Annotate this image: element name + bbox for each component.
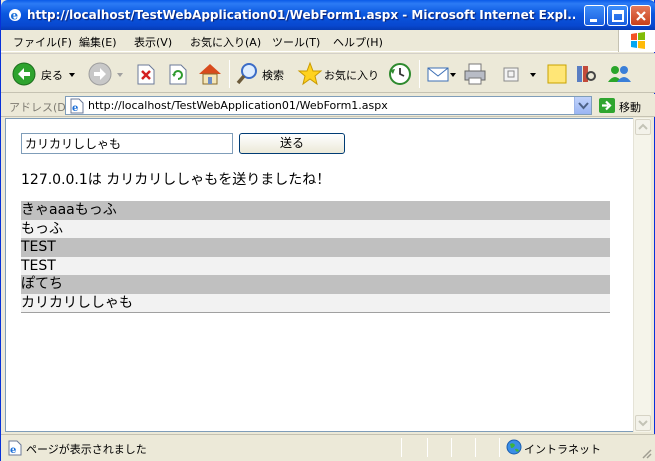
- svg-text:e: e: [11, 9, 19, 23]
- back-dropdown[interactable]: [67, 60, 77, 88]
- list-item: TEST: [21, 238, 610, 257]
- edit-icon[interactable]: [499, 60, 539, 88]
- forward-arrow-icon[interactable]: [87, 60, 113, 88]
- windows-logo-icon: [631, 32, 645, 49]
- stop-icon[interactable]: [135, 60, 157, 88]
- maximize-button[interactable]: [607, 5, 628, 26]
- favorites-label[interactable]: お気に入り: [324, 67, 379, 83]
- send-button[interactable]: 送る: [239, 133, 345, 154]
- status-divider: [499, 438, 500, 457]
- status-divider: [427, 438, 428, 457]
- go-button[interactable]: 移動: [598, 97, 655, 114]
- status-page-icon: e: [8, 440, 22, 456]
- list-item: もっふ: [21, 219, 610, 238]
- go-label[interactable]: 移動: [619, 99, 641, 115]
- go-arrow-icon: [599, 98, 615, 113]
- list-item: きゃaaaもっふ: [21, 201, 610, 220]
- back-label[interactable]: 戻る: [41, 67, 63, 83]
- resize-grip-icon[interactable]: [640, 447, 652, 459]
- page-icon: e: [70, 98, 84, 114]
- menu-edit[interactable]: 編集(E): [79, 34, 117, 50]
- close-button[interactable]: [630, 5, 651, 26]
- status-divider: [451, 438, 452, 457]
- search-label[interactable]: 検索: [262, 67, 284, 83]
- list-item: TEST: [21, 256, 610, 275]
- search-icon[interactable]: [235, 60, 261, 88]
- menu-file[interactable]: ファイル(F): [13, 34, 72, 50]
- title-bar[interactable]: e http://localhost/TestWebApplication01/…: [1, 0, 655, 30]
- forward-dropdown[interactable]: [115, 60, 125, 88]
- history-icon[interactable]: [387, 60, 413, 88]
- address-bar: アドレス(D) e http://localhost/TestWebApplic…: [1, 94, 655, 117]
- list-item: カリカリししゃも: [21, 293, 610, 312]
- chevron-down-icon: [638, 420, 648, 427]
- discuss-icon[interactable]: [545, 60, 571, 88]
- status-divider: [401, 438, 402, 457]
- status-bar: e ページが表示されました イントラネット: [1, 434, 655, 461]
- result-message: 127.0.0.1は カリカリししゃもを送りましたね！: [21, 172, 331, 188]
- chevron-up-icon: [638, 123, 648, 130]
- svg-text:e: e: [72, 103, 78, 114]
- address-url[interactable]: http://localhost/TestWebApplication01/We…: [88, 99, 388, 112]
- minimize-icon: [590, 19, 597, 22]
- menu-favorites[interactable]: お気に入り(A): [190, 34, 261, 50]
- window-title: http://localhost/TestWebApplication01/We…: [27, 8, 575, 22]
- toolbar-separator: [419, 60, 420, 88]
- page-content: 送る 127.0.0.1は カリカリししゃもを送りましたね！ きゃaaaもっふ …: [5, 118, 634, 432]
- scroll-up-button[interactable]: [635, 119, 651, 135]
- menu-help[interactable]: ヘルプ(H): [333, 34, 383, 50]
- windows-logo: [618, 30, 655, 52]
- refresh-icon[interactable]: [167, 60, 189, 88]
- message-list: きゃaaaもっふ もっふ TEST TEST ぽてち カリカリししゃも: [21, 201, 610, 313]
- list-item: ぽてち: [21, 275, 610, 294]
- close-icon: [636, 11, 646, 21]
- chevron-down-icon: [578, 102, 589, 110]
- menu-bar: ファイル(F) 編集(E) 表示(V) お気に入り(A) ツール(T) ヘルプ(…: [1, 30, 655, 52]
- browser-window: e http://localhost/TestWebApplication01/…: [0, 0, 655, 461]
- maximize-icon: [612, 10, 624, 22]
- address-label: アドレス(D): [9, 101, 71, 114]
- minimize-button[interactable]: [584, 5, 605, 26]
- menu-view[interactable]: 表示(V): [134, 34, 172, 50]
- vertical-scrollbar[interactable]: [633, 118, 651, 432]
- status-divider: [475, 438, 476, 457]
- scroll-down-button[interactable]: [635, 415, 651, 431]
- back-arrow-icon[interactable]: [11, 60, 37, 88]
- menu-tools[interactable]: ツール(T): [272, 34, 320, 50]
- research-icon[interactable]: [573, 60, 599, 88]
- home-icon[interactable]: [197, 60, 223, 88]
- ie-icon: e: [9, 9, 21, 23]
- print-icon[interactable]: [461, 60, 489, 88]
- status-text: ページが表示されました: [26, 443, 147, 456]
- zone-text: イントラネット: [524, 443, 601, 456]
- address-dropdown[interactable]: [574, 97, 591, 114]
- message-input[interactable]: [21, 133, 233, 154]
- toolbar: 戻る 検索 お気に入り: [1, 53, 655, 93]
- messenger-icon[interactable]: [605, 60, 633, 88]
- toolbar-separator: [229, 60, 230, 88]
- intranet-icon: [506, 439, 522, 455]
- address-field[interactable]: e http://localhost/TestWebApplication01/…: [65, 96, 592, 115]
- mail-icon[interactable]: [425, 60, 457, 88]
- favorites-star-icon[interactable]: [297, 60, 323, 88]
- svg-text:e: e: [10, 445, 16, 456]
